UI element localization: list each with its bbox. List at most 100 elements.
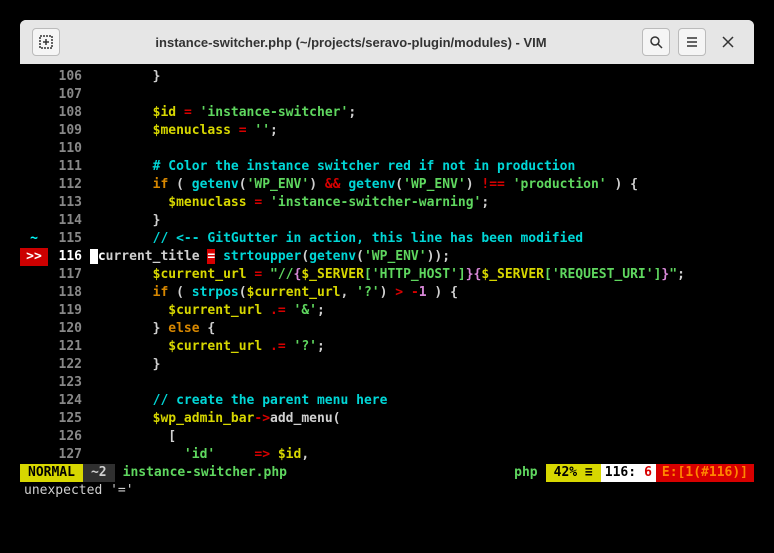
- gutter: [20, 302, 48, 320]
- line-number: 111: [48, 158, 90, 176]
- code-content: [90, 374, 754, 392]
- code-content: if ( strpos($current_url, '?') > -1 ) {: [90, 284, 754, 302]
- code-content: if ( getenv('WP_ENV') && getenv('WP_ENV'…: [90, 176, 754, 194]
- line-number: 117: [48, 266, 90, 284]
- titlebar: instance-switcher.php (~/projects/seravo…: [20, 20, 754, 64]
- gutter: [20, 122, 48, 140]
- code-content: [: [90, 428, 754, 446]
- gutter: ~: [20, 230, 48, 248]
- status-filename: instance-switcher.php: [115, 464, 507, 482]
- terminal-window: instance-switcher.php (~/projects/seravo…: [20, 20, 754, 500]
- gutter: [20, 338, 48, 356]
- code-content: $current_url = "//{$_SERVER['HTTP_HOST']…: [90, 266, 754, 284]
- code-line: 110: [20, 140, 754, 158]
- gutter: [20, 212, 48, 230]
- close-button[interactable]: [714, 28, 742, 56]
- code-content: $id = 'instance-switcher';: [90, 104, 754, 122]
- gutter: [20, 374, 48, 392]
- code-content: [90, 140, 754, 158]
- code-content: }: [90, 212, 754, 230]
- code-content: 'id' => $id,: [90, 446, 754, 464]
- gutter: [20, 284, 48, 302]
- line-number: 123: [48, 374, 90, 392]
- line-number: 106: [48, 68, 90, 86]
- code-content: # Color the instance switcher red if not…: [90, 158, 754, 176]
- code-line: 121 $current_url .= '?';: [20, 338, 754, 356]
- gutter: [20, 392, 48, 410]
- gutter: [20, 320, 48, 338]
- code-content: }: [90, 68, 754, 86]
- code-line: 124 // create the parent menu here: [20, 392, 754, 410]
- gutter: >>: [20, 248, 48, 266]
- line-number: 108: [48, 104, 90, 122]
- new-tab-button[interactable]: [32, 28, 60, 56]
- status-git: ~2: [83, 464, 115, 482]
- line-number: 109: [48, 122, 90, 140]
- code-content: } else {: [90, 320, 754, 338]
- code-line: 113 $menuclass = 'instance-switcher-warn…: [20, 194, 754, 212]
- line-number: 115: [48, 230, 90, 248]
- line-number: 126: [48, 428, 90, 446]
- line-number: 118: [48, 284, 90, 302]
- line-number: 119: [48, 302, 90, 320]
- status-column: 6: [640, 464, 656, 482]
- code-line: 109 $menuclass = '';: [20, 122, 754, 140]
- line-number: 112: [48, 176, 90, 194]
- code-content: $menuclass = '';: [90, 122, 754, 140]
- code-line: 107: [20, 86, 754, 104]
- status-line-number: 116:: [601, 464, 640, 482]
- line-number: 125: [48, 410, 90, 428]
- line-number: 116: [48, 248, 90, 266]
- gutter: [20, 158, 48, 176]
- code-line: ~115 // <-- GitGutter in action, this li…: [20, 230, 754, 248]
- gutter: [20, 104, 48, 122]
- code-line: 127 'id' => $id,: [20, 446, 754, 464]
- code-content: [90, 86, 754, 104]
- code-line: 120 } else {: [20, 320, 754, 338]
- gutter: [20, 266, 48, 284]
- code-line: 111 # Color the instance switcher red if…: [20, 158, 754, 176]
- code-line: 108 $id = 'instance-switcher';: [20, 104, 754, 122]
- line-number: 120: [48, 320, 90, 338]
- window-title: instance-switcher.php (~/projects/seravo…: [68, 35, 634, 50]
- status-error: E:[1(#116)]: [656, 464, 754, 482]
- status-line: NORMAL ~2 instance-switcher.php php 42% …: [20, 464, 754, 482]
- gutter: [20, 86, 48, 104]
- code-line: 125 $wp_admin_bar->add_menu(: [20, 410, 754, 428]
- gutter: [20, 356, 48, 374]
- code-content: current_title = strtoupper(getenv('WP_EN…: [90, 248, 754, 266]
- code-content: // <-- GitGutter in action, this line ha…: [90, 230, 754, 248]
- code-line: 117 $current_url = "//{$_SERVER['HTTP_HO…: [20, 266, 754, 284]
- code-line: 112 if ( getenv('WP_ENV') && getenv('WP_…: [20, 176, 754, 194]
- code-line: 122 }: [20, 356, 754, 374]
- gutter: [20, 68, 48, 86]
- gutter: [20, 410, 48, 428]
- line-number: 121: [48, 338, 90, 356]
- line-number: 122: [48, 356, 90, 374]
- code-line: 118 if ( strpos($current_url, '?') > -1 …: [20, 284, 754, 302]
- code-content: }: [90, 356, 754, 374]
- gutter: [20, 446, 48, 464]
- gutter: [20, 428, 48, 446]
- editor-area[interactable]: 106 }107108 $id = 'instance-switcher';10…: [20, 64, 754, 464]
- code-line: 123: [20, 374, 754, 392]
- line-number: 113: [48, 194, 90, 212]
- code-line: 114 }: [20, 212, 754, 230]
- code-content: $wp_admin_bar->add_menu(: [90, 410, 754, 428]
- code-content: $current_url .= '&';: [90, 302, 754, 320]
- search-button[interactable]: [642, 28, 670, 56]
- code-content: $current_url .= '?';: [90, 338, 754, 356]
- status-mode: NORMAL: [20, 464, 83, 482]
- code-content: $menuclass = 'instance-switcher-warning'…: [90, 194, 754, 212]
- message-line: unexpected '=': [20, 482, 754, 500]
- gutter: [20, 194, 48, 212]
- code-line: 126 [: [20, 428, 754, 446]
- menu-button[interactable]: [678, 28, 706, 56]
- code-content: // create the parent menu here: [90, 392, 754, 410]
- code-line: >>116 current_title = strtoupper(getenv(…: [20, 248, 754, 266]
- gutter: [20, 140, 48, 158]
- line-number: 127: [48, 446, 90, 464]
- line-number: 107: [48, 86, 90, 104]
- code-line: 106 }: [20, 68, 754, 86]
- code-line: 119 $current_url .= '&';: [20, 302, 754, 320]
